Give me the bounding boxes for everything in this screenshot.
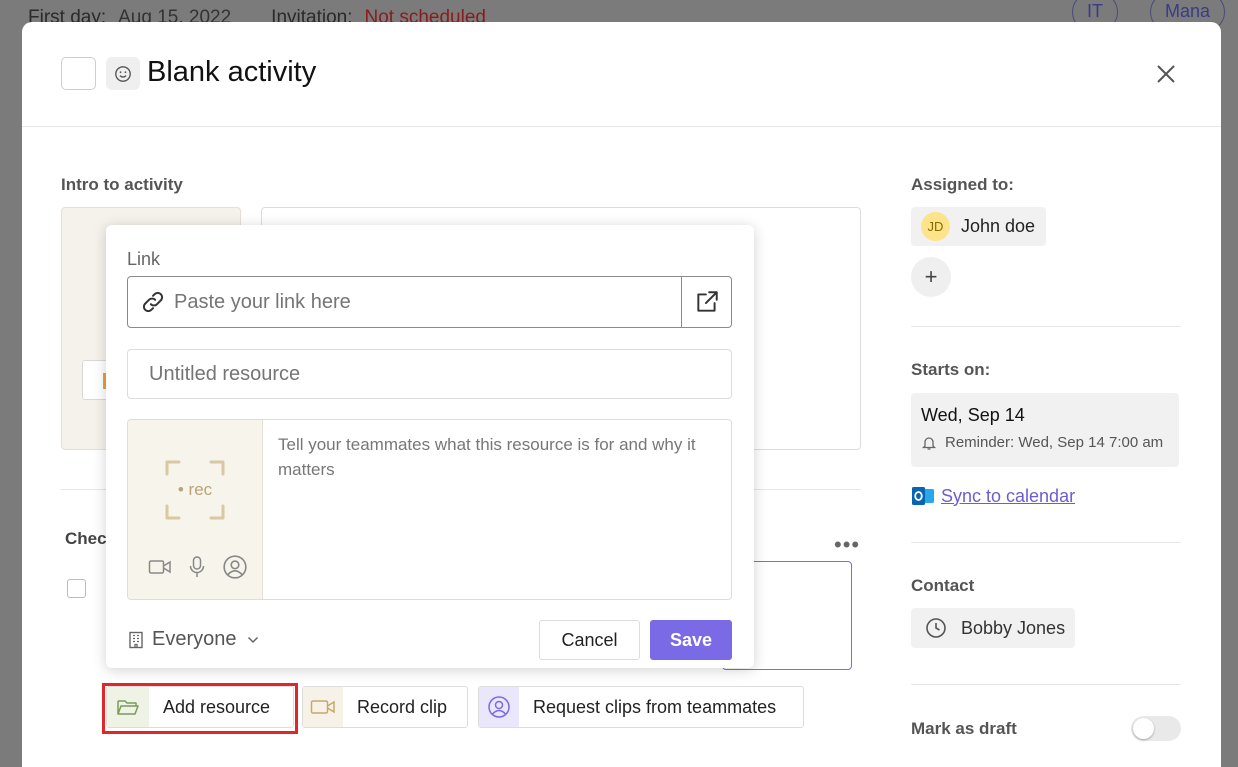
recording-panel: • rec: [128, 420, 263, 599]
add-resource-popover: Link • rec Tell your teammates what this…: [106, 225, 754, 668]
request-clips-label: Request clips from teammates: [533, 696, 777, 717]
description-input[interactable]: Tell your teammates what this resource i…: [278, 432, 708, 482]
mana-pill-label: Mana: [1165, 1, 1211, 21]
description-area: • rec Tell your teammates what this reso…: [127, 419, 732, 600]
contact-name: Bobby Jones: [961, 617, 1066, 638]
user-circle-icon[interactable]: [222, 554, 248, 580]
sync-calendar-link[interactable]: Sync to calendar: [911, 484, 1075, 508]
avatar: JD: [921, 212, 950, 241]
start-date: Wed, Sep 14: [921, 405, 1025, 425]
smiley-icon: [115, 65, 131, 82]
emoji-picker-button[interactable]: [106, 57, 140, 90]
external-link-icon: [696, 291, 718, 312]
checklist-label: Chec: [65, 529, 107, 548]
plus-icon: +: [924, 264, 938, 289]
rec-label-text: rec: [188, 480, 213, 499]
video-icon[interactable]: [148, 558, 172, 576]
draft-toggle[interactable]: [1131, 716, 1181, 741]
rec-label: • rec: [177, 480, 213, 499]
complete-checkbox[interactable]: [61, 57, 96, 90]
close-button[interactable]: [1154, 62, 1178, 86]
contact-label: Contact: [911, 576, 975, 595]
sidebar-divider-2: [911, 542, 1181, 543]
resource-title-input[interactable]: [127, 349, 732, 399]
record-clip-button[interactable]: Record clip: [302, 686, 468, 728]
activity-title[interactable]: Blank activity: [147, 56, 316, 89]
link-label: Link: [127, 249, 161, 269]
add-resource-highlight: [102, 683, 298, 734]
save-button[interactable]: Save: [650, 620, 732, 660]
link-icon: [128, 289, 174, 315]
add-assignee-button[interactable]: +: [911, 257, 951, 297]
contact-chip[interactable]: Bobby Jones: [911, 608, 1075, 648]
assignee-chip[interactable]: JD John doe: [911, 207, 1046, 246]
audience-dropdown[interactable]: Everyone: [128, 628, 259, 651]
sidebar-divider-1: [911, 326, 1181, 327]
building-icon: [129, 631, 143, 648]
audience-value: Everyone: [152, 628, 237, 650]
chevron-down-icon: [247, 636, 258, 643]
recording-options: [148, 554, 248, 580]
sync-label: Sync to calendar: [941, 485, 1076, 506]
link-input[interactable]: [174, 290, 681, 314]
intro-label: Intro to activity: [61, 175, 183, 194]
open-link-button[interactable]: [681, 277, 731, 327]
assigned-label: Assigned to:: [911, 175, 1014, 194]
reminder-text: Reminder: Wed, Sep 14 7:00 am: [945, 434, 1164, 451]
microphone-icon[interactable]: [187, 555, 207, 579]
it-pill-label: IT: [1087, 1, 1103, 21]
checklist-checkbox[interactable]: [67, 579, 86, 598]
cancel-button[interactable]: Cancel: [539, 620, 640, 660]
bell-icon: [921, 436, 937, 450]
clock-icon: [926, 618, 946, 638]
more-options-icon[interactable]: •••: [834, 532, 860, 558]
video-camera-icon: [303, 687, 343, 727]
link-field[interactable]: [127, 276, 732, 328]
draft-label: Mark as draft: [911, 719, 1017, 738]
record-clip-label: Record clip: [357, 696, 448, 717]
request-clips-button[interactable]: Request clips from teammates: [478, 686, 804, 728]
close-icon: [1157, 65, 1175, 83]
assignee-name: John doe: [961, 216, 1036, 236]
outlook-icon: [912, 487, 934, 505]
sidebar-divider-3: [911, 684, 1181, 685]
modal-header: Blank activity: [22, 22, 1221, 127]
starts-label: Starts on:: [911, 360, 991, 379]
start-date-picker[interactable]: Wed, Sep 14 Reminder: Wed, Sep 14 7:00 a…: [911, 393, 1179, 467]
reminder-row: Reminder: Wed, Sep 14 7:00 am: [921, 434, 1169, 451]
user-circle-icon: [479, 687, 519, 727]
